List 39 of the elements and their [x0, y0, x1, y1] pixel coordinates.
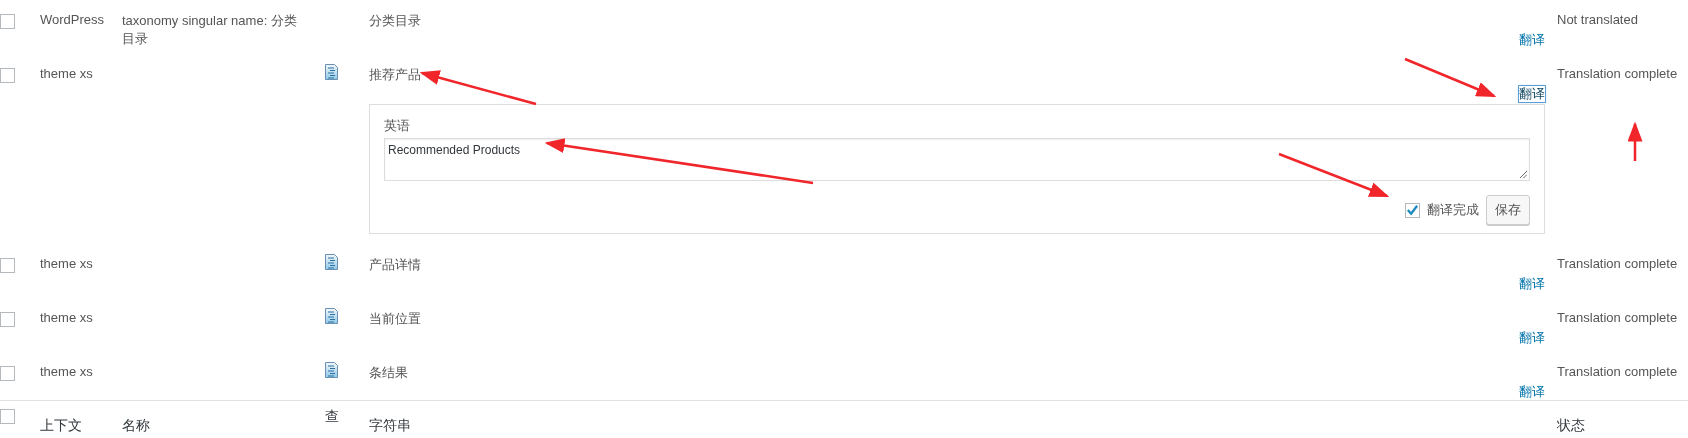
column-header[interactable]: 字符串 [369, 407, 1545, 433]
status-text: Translation complete [1557, 256, 1678, 271]
column-header[interactable]: 上下文 [40, 407, 122, 433]
string-text: 产品详情 [369, 257, 421, 272]
name-text: taxonomy singular name: 分类目录 [122, 12, 298, 48]
row-checkbox[interactable] [0, 68, 15, 83]
context-text: theme xs [40, 256, 93, 271]
context-text: theme xs [40, 66, 93, 81]
status-text: Not translated [1557, 12, 1638, 27]
translation-field[interactable]: Recommended Products [384, 138, 1530, 181]
context-text: WordPress [40, 12, 105, 27]
translate-link[interactable]: 翻译 [1519, 86, 1545, 102]
language-label: 英语 [384, 117, 411, 135]
save-button[interactable]: 保存 [1486, 195, 1530, 225]
status-text: Translation complete [1557, 364, 1678, 379]
row-checkbox[interactable] [0, 312, 15, 327]
row-checkbox[interactable] [0, 258, 15, 273]
status-text: Translation complete [1557, 310, 1678, 325]
column-header[interactable]: 状态 [1557, 407, 1688, 433]
status-text: Translation complete [1557, 66, 1678, 81]
row-checkbox[interactable] [0, 14, 15, 29]
translate-link[interactable]: 翻译 [1519, 276, 1545, 292]
string-text: 推荐产品 [369, 67, 421, 82]
complete-checkbox[interactable] [1405, 202, 1420, 218]
annotation-arrow [1627, 121, 1643, 161]
resize-grip-icon[interactable] [1520, 171, 1527, 178]
string-text: 条结果 [369, 365, 408, 380]
translate-link[interactable]: 翻译 [1519, 32, 1545, 48]
string-text: 当前位置 [369, 311, 421, 326]
translate-link[interactable]: 翻译 [1519, 330, 1545, 346]
column-header[interactable]: 查 [325, 407, 339, 425]
select-all-checkbox[interactable] [0, 409, 15, 424]
translate-link[interactable]: 翻译 [1519, 384, 1545, 400]
context-text: theme xs [40, 364, 93, 379]
column-header[interactable]: 名称 [122, 407, 325, 433]
string-text: 分类目录 [369, 13, 421, 28]
row-checkbox[interactable] [0, 366, 15, 381]
complete-label: 翻译完成 [1427, 201, 1479, 219]
context-text: theme xs [40, 310, 93, 325]
